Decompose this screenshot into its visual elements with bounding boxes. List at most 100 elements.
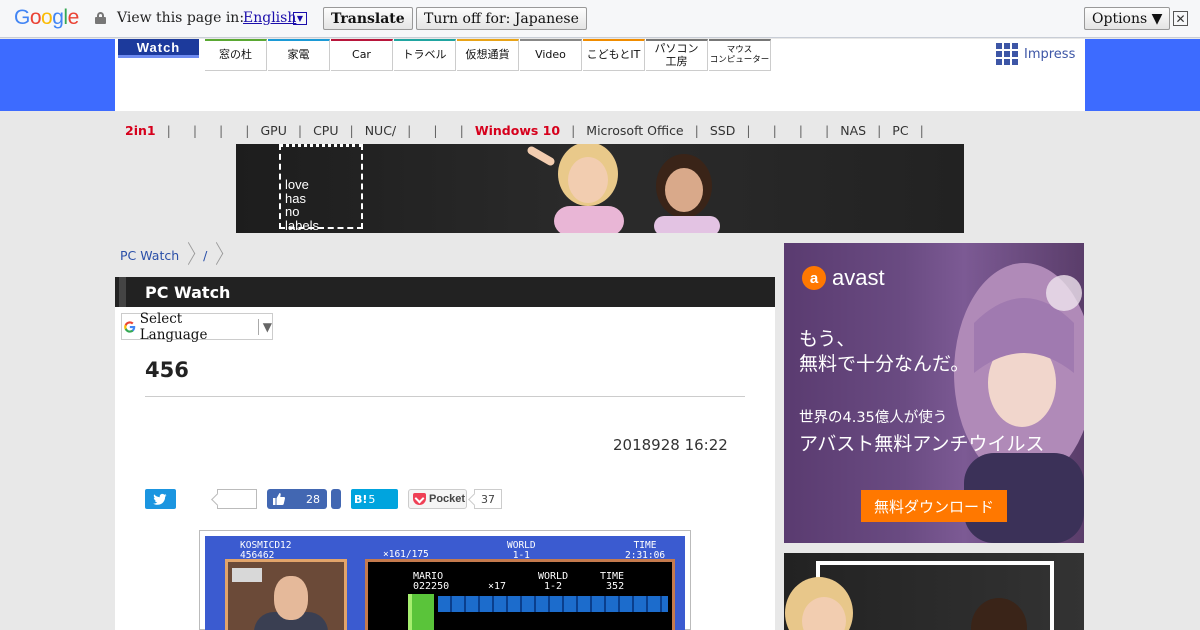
pocket-icon — [413, 493, 426, 505]
site-tab[interactable]: 窓の杜 — [205, 39, 267, 71]
ad-headline: もう、 無料で十分なんだ。 — [799, 327, 969, 376]
watch-logo[interactable]: Watch — [118, 39, 199, 58]
nav-separator: | — [297, 122, 303, 138]
nav-separator: | — [433, 122, 438, 138]
avast-logo-icon: a — [802, 266, 826, 290]
controller-icon — [232, 568, 262, 582]
nav-separator: | — [919, 122, 924, 138]
facebook-like-button[interactable]: 28 — [267, 489, 327, 509]
hud-player: KOSMICD12 456462 — [240, 541, 291, 560]
site-tab[interactable]: 家電 — [268, 39, 330, 71]
site-tab[interactable]: パソコン 工房 — [646, 39, 708, 71]
banner-text: no — [285, 204, 300, 220]
lock-icon — [95, 12, 106, 24]
facebook-count: 28 — [306, 492, 320, 506]
game-screenshot: KOSMICD12 456462 ×161/175 WORLD 1-1 TIME… — [205, 536, 685, 630]
nav-separator: | — [407, 122, 412, 138]
nav-separator: | — [459, 122, 464, 138]
hud-text: 022250 — [413, 581, 450, 592]
category-nav-item[interactable]: NUC/ — [365, 123, 396, 138]
free-download-button[interactable]: 無料ダウンロード — [861, 490, 1007, 522]
language-dropdown-icon[interactable]: ▼ — [293, 12, 307, 25]
avast-ad[interactable]: a avast もう、 無料で十分なんだ。 世界の4.35億人が使う アバスト無… — [784, 243, 1084, 543]
language-link[interactable]: English — [243, 10, 296, 26]
category-nav-item[interactable]: PC — [892, 123, 908, 138]
pocket-label: Pocket — [429, 493, 466, 505]
pocket-count: 37 — [474, 489, 502, 509]
facebook-share-button[interactable] — [331, 489, 341, 509]
banner-child-photo — [527, 144, 624, 233]
chevron-right-icon — [185, 244, 195, 266]
nav-separator: | — [746, 122, 751, 138]
avast-logo: a avast — [802, 265, 885, 291]
close-icon[interactable]: ✕ — [1173, 11, 1188, 26]
translate-button[interactable]: Translate — [323, 7, 413, 30]
banner-text: has — [285, 190, 306, 206]
site-tab[interactable]: 仮想通貨 — [457, 39, 519, 71]
banner-text: labels — [285, 217, 319, 233]
article-title: 456 — [145, 358, 189, 382]
tweet-count-bubble — [217, 489, 257, 509]
divider — [145, 396, 745, 397]
select-language-dropdown[interactable]: Select Language ▼ — [121, 310, 273, 343]
site-tab[interactable]: Car — [331, 39, 393, 71]
game-pipe — [408, 594, 434, 630]
twitter-bird-icon — [153, 493, 167, 505]
ad-text: 無料で十分なんだ。 — [799, 352, 970, 375]
hatena-label: B! — [354, 492, 368, 506]
category-nav-item[interactable]: GPU — [260, 123, 286, 138]
banner-logo-box: love has no labels — [279, 144, 363, 232]
banner-child-photo — [654, 154, 720, 233]
ad-product: アバスト無料アンチウイルス — [799, 433, 1045, 455]
ad-subline: 世界の4.35億人が使う — [799, 410, 948, 426]
thumbs-up-icon — [273, 493, 286, 505]
game-screen: MARIO 022250 ×17 WORLD 1-2 TIME 352 — [365, 559, 675, 630]
side-ad-2[interactable] — [784, 553, 1084, 630]
category-nav-item[interactable]: Windows 10 — [475, 123, 560, 138]
select-language-label: Select Language — [139, 310, 208, 343]
game-hud-world: WORLD 1-2 — [538, 572, 568, 592]
options-button[interactable]: Options ▼ — [1084, 7, 1171, 30]
nav-separator: | — [166, 122, 171, 138]
game-hud-mario: MARIO 022250 — [413, 572, 449, 592]
banner-ad[interactable]: love has no labels — [236, 144, 964, 233]
translate-prompt: View this page in: — [117, 10, 245, 26]
site-tab[interactable]: Video — [520, 39, 582, 71]
section-title: PC Watch — [145, 283, 231, 302]
article-image[interactable]: KOSMICD12 456462 ×161/175 WORLD 1-1 TIME… — [199, 530, 691, 630]
nav-separator: | — [349, 122, 354, 138]
game-hud-time: TIME 352 — [600, 572, 624, 592]
game-hud-coins: ×17 — [488, 581, 507, 592]
category-nav-item[interactable]: SSD — [710, 123, 736, 138]
nav-separator: | — [571, 122, 576, 138]
category-nav-item[interactable]: CPU — [313, 123, 338, 138]
breadcrumb-link[interactable]: / — [203, 248, 207, 263]
chevron-down-icon: ▼ — [262, 319, 273, 334]
breadcrumb: PC Watch / — [120, 244, 231, 266]
header-side-left — [0, 39, 115, 111]
translate-button-label: Translate — [331, 10, 405, 27]
site-tab[interactable]: マウス コンピューター — [709, 39, 771, 71]
section-header: PC Watch — [115, 277, 775, 307]
nav-separator: | — [245, 122, 250, 138]
category-nav-item[interactable]: Microsoft Office — [586, 123, 683, 138]
nav-separator: | — [798, 122, 804, 138]
category-nav-item[interactable]: NAS — [840, 123, 866, 138]
translate-bar: Google View this page in: English ▼ Tran… — [0, 0, 1200, 38]
nav-separator: | — [877, 122, 882, 138]
pocket-button[interactable]: Pocket — [408, 489, 467, 509]
header-side-right — [1085, 39, 1200, 111]
hatena-bookmark-button[interactable]: B! 5 — [351, 489, 398, 509]
nav-separator: | — [219, 122, 224, 138]
turn-off-button[interactable]: Turn off for: Japanese — [416, 7, 587, 30]
site-tab[interactable]: こどもとIT — [583, 39, 645, 71]
site-tab[interactable]: トラベル — [394, 39, 456, 71]
chevron-right-icon — [213, 244, 223, 266]
twitter-button[interactable] — [145, 489, 176, 509]
impress-link[interactable]: Impress — [996, 43, 1075, 65]
webcam-feed — [225, 559, 347, 630]
category-nav-item[interactable]: 2in1 — [125, 123, 156, 138]
breadcrumb-link[interactable]: PC Watch — [120, 248, 179, 263]
nav-separator: | — [192, 122, 198, 138]
nav-separator: | — [825, 122, 830, 138]
